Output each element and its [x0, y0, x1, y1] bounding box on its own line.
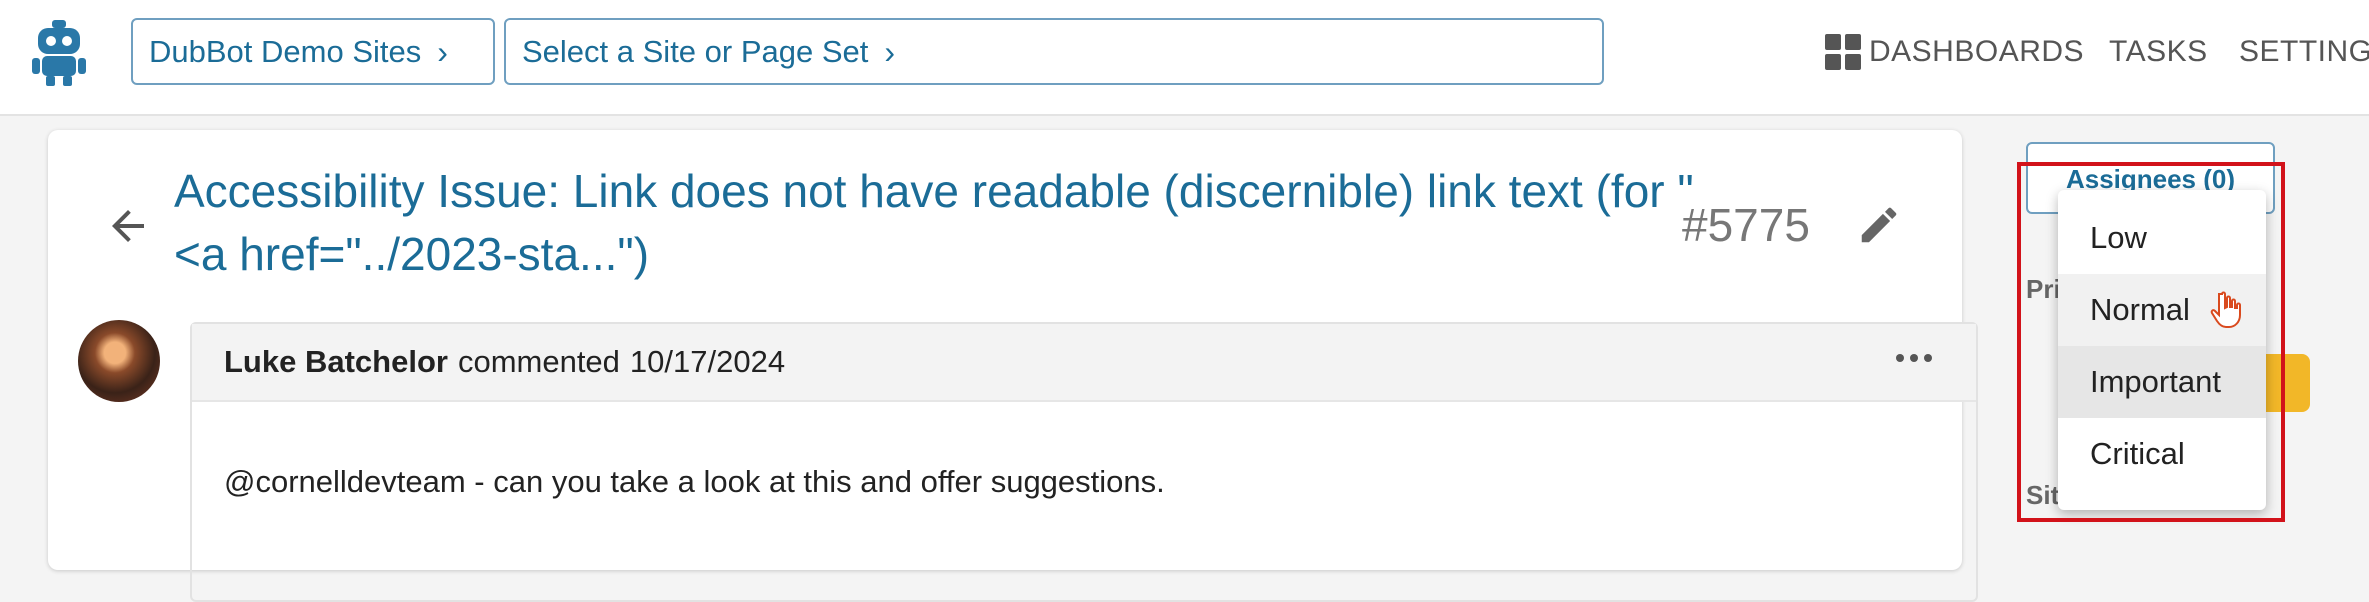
- priority-option-critical[interactable]: Critical: [2058, 418, 2266, 490]
- chevron-right-icon: ›: [437, 33, 448, 70]
- dubbot-logo-icon[interactable]: [30, 18, 88, 88]
- nav-settings-label: SETTING: [2239, 35, 2369, 68]
- comment-action: commented: [457, 344, 620, 379]
- nav-tasks-label: TASKS: [2109, 35, 2208, 68]
- priority-option-low[interactable]: Low: [2058, 202, 2266, 274]
- chevron-right-icon: ›: [884, 33, 896, 70]
- dashboard-grid-icon: [1825, 34, 1861, 70]
- comment: Luke Batchelor commented 10/17/2024 @cor…: [190, 322, 1978, 602]
- avatar: [78, 320, 160, 402]
- issue-title: Accessibility Issue: Link does not have …: [174, 165, 1694, 280]
- priority-option-important[interactable]: Important: [2058, 346, 2266, 418]
- top-navigation-bar: DubBot Demo Sites › Select a Site or Pag…: [0, 0, 2369, 116]
- nav-dashboards[interactable]: DASHBOARDS: [1825, 30, 2084, 74]
- edit-pencil-icon[interactable]: [1856, 202, 1902, 248]
- organization-selector[interactable]: DubBot Demo Sites ›: [131, 18, 495, 85]
- issue-number: #5775: [1682, 199, 1810, 251]
- priority-label: Pri: [2026, 274, 2061, 304]
- nav-settings[interactable]: SETTING: [2239, 30, 2369, 74]
- organization-selector-label: DubBot Demo Sites: [149, 33, 422, 69]
- more-options-icon[interactable]: [1892, 346, 1936, 370]
- site-selector[interactable]: Select a Site or Page Set ›: [504, 18, 1604, 85]
- comment-body: @cornelldevteam - can you take a look at…: [224, 464, 1165, 499]
- priority-dropdown-menu: Low Normal Important Critical: [2058, 190, 2266, 510]
- site-selector-label: Select a Site or Page Set: [522, 33, 869, 69]
- comment-header: Luke Batchelor commented 10/17/2024: [192, 324, 1976, 402]
- nav-tasks[interactable]: TASKS: [2109, 30, 2208, 74]
- comment-author: Luke Batchelor: [224, 344, 448, 379]
- site-label: Sit: [2026, 480, 2060, 510]
- back-arrow-icon[interactable]: [104, 202, 152, 250]
- nav-dashboards-label: DASHBOARDS: [1869, 35, 2085, 68]
- issue-card: Accessibility Issue: Link does not have …: [48, 130, 1978, 602]
- comment-date: 10/17/2024: [629, 344, 786, 379]
- hand-cursor-icon: [2210, 291, 2241, 328]
